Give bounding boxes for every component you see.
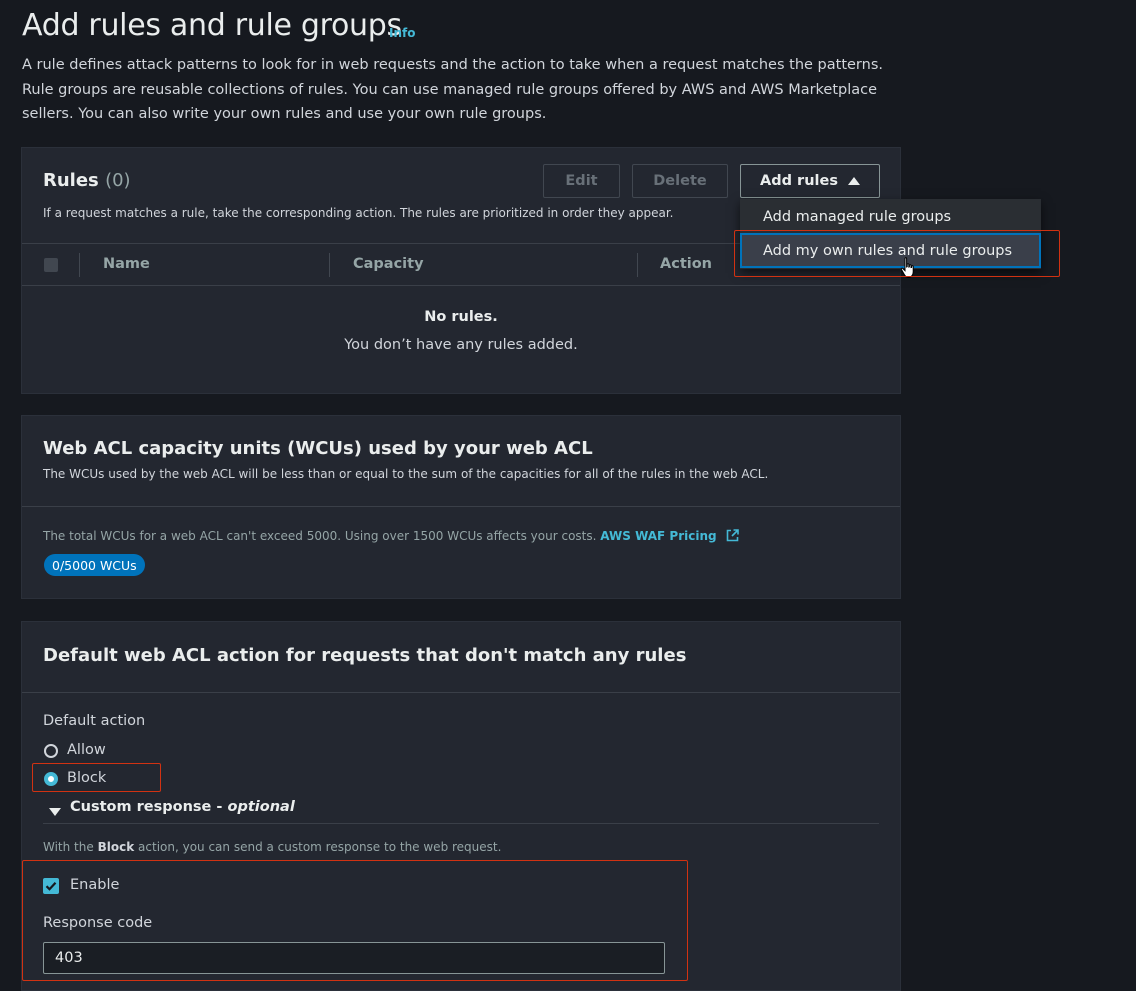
rules-title: Rules (43, 170, 99, 191)
wcu-note: The total WCUs for a web ACL can't excee… (43, 529, 740, 543)
allow-radio[interactable] (44, 744, 58, 758)
column-divider (329, 253, 330, 277)
rules-count: (0) (105, 170, 131, 191)
edit-button[interactable]: Edit (543, 164, 620, 198)
add-managed-rule-groups-item[interactable]: Add managed rule groups (740, 199, 1041, 234)
expand-triangle-icon[interactable] (49, 801, 61, 820)
rules-heading: Rules (0) (43, 170, 131, 191)
custom-response-toggle[interactable]: Custom response - optional (70, 799, 295, 815)
block-note-bold: Block (97, 840, 135, 854)
add-rules-button[interactable]: Add rules (740, 164, 880, 198)
default-action-label: Default action (43, 713, 146, 729)
divider (22, 692, 900, 693)
delete-button[interactable]: Delete (632, 164, 728, 198)
block-note-prefix: With the (43, 840, 94, 854)
empty-state-title: No rules. (424, 309, 498, 325)
default-action-title: Default web ACL action for requests that… (43, 645, 687, 666)
allow-radio-label[interactable]: Allow (67, 742, 106, 758)
column-capacity[interactable]: Capacity (353, 256, 424, 272)
block-note-suffix: action, you can send a custom response t… (138, 840, 502, 854)
external-link-icon[interactable] (726, 529, 740, 542)
divider (22, 506, 900, 507)
info-link[interactable]: Info (389, 26, 415, 40)
custom-response-label: Custom response - (70, 799, 223, 815)
wcu-title: Web ACL capacity units (WCUs) used by yo… (43, 438, 593, 459)
rules-description: If a request matches a rule, take the co… (43, 206, 674, 220)
empty-state-message: You don’t have any rules added. (344, 337, 578, 353)
page-title: Add rules and rule groups (22, 8, 402, 43)
wcu-note-text: The total WCUs for a web ACL can't excee… (43, 529, 597, 543)
highlight-box-custom-response (22, 860, 688, 981)
caret-up-icon (847, 177, 860, 185)
wcu-description: The WCUs used by the web ACL will be les… (43, 467, 769, 481)
wcu-badge: 0/5000 WCUs (44, 554, 145, 576)
column-action[interactable]: Action (660, 256, 712, 272)
block-note: With the Block action, you can send a cu… (43, 840, 501, 854)
column-divider (637, 253, 638, 277)
column-divider (79, 253, 80, 277)
custom-response-optional: optional (227, 799, 295, 815)
highlight-box-block-option (32, 763, 161, 792)
column-name[interactable]: Name (103, 256, 150, 272)
highlight-box-dropdown-item (734, 230, 1060, 277)
divider (43, 823, 879, 824)
wcu-panel: Web ACL capacity units (WCUs) used by yo… (21, 415, 901, 599)
select-all-checkbox[interactable] (44, 258, 58, 272)
add-rules-label: Add rules (760, 173, 838, 189)
pricing-link[interactable]: AWS WAF Pricing (600, 529, 716, 543)
page-description: A rule defines attack patterns to look f… (22, 57, 883, 122)
